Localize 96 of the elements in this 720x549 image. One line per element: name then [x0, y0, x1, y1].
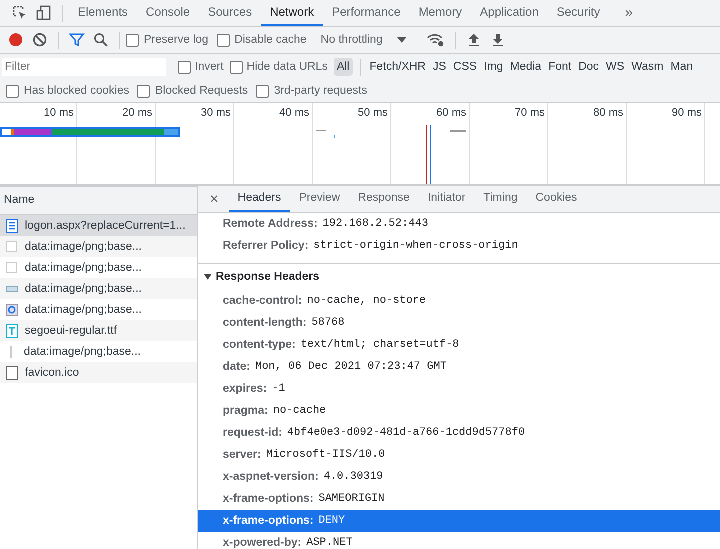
header-name: x-powered-by: — [223, 537, 302, 549]
file-icon — [6, 366, 18, 380]
type-filter-button[interactable]: Man — [668, 58, 696, 76]
document-icon — [6, 218, 18, 232]
time-tick-label: 90 ms — [672, 107, 702, 119]
header-name: date: — [223, 361, 250, 373]
checkbox-option[interactable]: Hide data URLs — [230, 60, 328, 74]
type-filter-button[interactable]: Media — [507, 58, 545, 76]
more-tabs-button[interactable]: » — [609, 0, 650, 26]
header-value: Microsoft-IIS/10.0 — [266, 449, 386, 461]
close-button[interactable]: × — [204, 190, 225, 208]
filter-field[interactable]: Filter — [2, 58, 166, 76]
filter-icon[interactable] — [69, 32, 85, 48]
header-value: SAMEORIGIN — [318, 493, 385, 505]
detail-tab[interactable]: Cookies — [526, 186, 586, 212]
header-value: 192.168.2.52:443 — [322, 218, 428, 230]
type-filter-button[interactable]: Wasm — [628, 58, 667, 76]
header-name: Remote Address: — [223, 218, 318, 230]
type-filter-button[interactable]: Font — [546, 58, 575, 76]
type-filter-button[interactable]: Img — [481, 58, 506, 76]
panel-tab[interactable]: Security — [548, 0, 610, 26]
header-name: x-frame-options: — [223, 493, 314, 505]
header-value: -1 — [272, 383, 286, 395]
header-value: ASP.NET — [306, 537, 353, 549]
detail-tab[interactable]: Preview — [290, 186, 350, 212]
inspect-icon[interactable] — [12, 5, 28, 21]
caret-icon — [396, 37, 407, 43]
search-icon[interactable] — [93, 32, 109, 48]
time-tick-label: 10 ms — [44, 107, 74, 119]
header-value: 58768 — [312, 317, 345, 329]
header-name: expires: — [223, 383, 268, 395]
detail-tab[interactable]: Timing — [474, 186, 527, 212]
time-tick-label: 80 ms — [594, 107, 624, 119]
header-value: text/html; charset=utf-8 — [300, 339, 460, 351]
type-filter-button[interactable]: All — [334, 58, 353, 76]
header-name: cache-control: — [223, 295, 302, 307]
header-name: x-frame-options: — [223, 515, 314, 527]
checkbox-option[interactable]: Disable cache — [216, 34, 307, 46]
detail-tab[interactable]: Initiator — [418, 186, 475, 212]
checkbox-option[interactable]: Invert — [178, 60, 224, 74]
type-filter-button[interactable]: Fetch/XHR — [366, 58, 429, 76]
time-tick-label: 30 ms — [201, 107, 231, 119]
type-filter-button[interactable]: JS — [430, 58, 450, 76]
clear-icon[interactable] — [32, 32, 48, 48]
time-tick-label: 20 ms — [122, 107, 152, 119]
column-header[interactable]: Name — [0, 186, 197, 215]
request-row[interactable]: data:image/png;base... — [0, 236, 197, 257]
image-icon — [6, 302, 18, 316]
checkbox-option[interactable]: Blocked Requests — [137, 84, 248, 98]
panel-tab[interactable]: Elements — [69, 0, 138, 26]
header-value: no-cache, no-store — [307, 295, 426, 307]
time-tick-label: 60 ms — [436, 107, 466, 119]
request-row[interactable]: favicon.ico — [0, 362, 197, 383]
type-filter-button[interactable]: Doc — [576, 58, 602, 76]
font-file-icon — [6, 324, 18, 338]
time-tick-label: 50 ms — [358, 107, 388, 119]
record-button[interactable] — [8, 32, 24, 48]
type-filter-button[interactable]: CSS — [450, 58, 480, 76]
checkbox-option[interactable]: Has blocked cookies — [6, 84, 130, 98]
panel-tab[interactable]: Performance — [323, 0, 410, 26]
panel-tab[interactable]: Memory — [410, 0, 472, 26]
image-icon — [6, 240, 18, 254]
throttling-dropdown[interactable]: No throttling — [314, 33, 413, 47]
detail-tab[interactable]: Headers — [228, 186, 290, 212]
type-filter-button[interactable]: WS — [603, 58, 628, 76]
request-row[interactable]: segoeui-regular.ttf — [0, 320, 197, 341]
checkbox-option[interactable]: Preserve log — [126, 34, 209, 46]
header-value: 4.0.30319 — [324, 471, 384, 483]
request-row[interactable]: logon.aspx?replaceCurrent=1... — [0, 215, 197, 236]
header-name: request-id: — [223, 427, 282, 439]
header-name: content-type: — [223, 339, 296, 351]
header-value: strict-origin-when-cross-origin — [314, 240, 518, 252]
header-name: Referrer Policy: — [223, 240, 309, 252]
dom-content-loaded-marker — [430, 125, 431, 184]
panel-tab[interactable]: Sources — [199, 0, 262, 26]
header-name: x-aspnet-version: — [223, 471, 319, 483]
header-name: content-length: — [223, 317, 307, 329]
time-tick-label: 40 ms — [280, 107, 310, 119]
device-icon[interactable] — [36, 5, 52, 21]
image-icon — [6, 260, 18, 274]
header-name: server: — [223, 449, 262, 461]
header-value: DENY — [318, 515, 346, 527]
section-header[interactable]: Response Headers — [198, 264, 720, 290]
header-value: no-cache — [273, 405, 326, 417]
header-value: 4bf4e0e3-d092-481d-a766-1cdd9d5778f0 — [287, 427, 526, 439]
load-event-marker — [426, 125, 427, 184]
request-row[interactable]: data:image/png;base... — [0, 278, 197, 299]
panel-tab[interactable]: Application — [471, 0, 548, 26]
wifi-settings-icon[interactable] — [426, 32, 445, 48]
panel-tab[interactable]: Console — [137, 0, 200, 26]
checkbox-option[interactable]: 3rd-party requests — [256, 84, 368, 98]
expand-triangle-icon — [204, 274, 212, 280]
time-tick-label: 70 ms — [515, 107, 545, 119]
header-value: Mon, 06 Dec 2021 07:23:47 GMT — [255, 361, 447, 373]
header-name: pragma: — [223, 405, 268, 417]
detail-tab[interactable]: Response — [349, 186, 419, 212]
